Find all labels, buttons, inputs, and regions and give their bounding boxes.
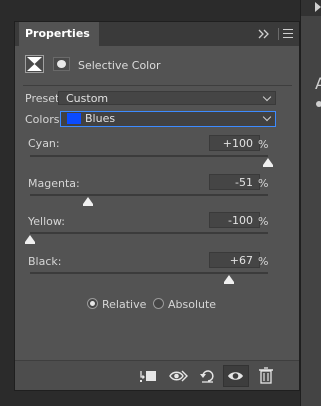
cyan-value-field[interactable]: +100 [209, 135, 260, 151]
chevron-down-icon [262, 92, 272, 102]
yellow-unit: % [258, 215, 269, 228]
properties-panel: Properties Selective Color Preset: Custo… [14, 21, 300, 391]
absolute-radio[interactable] [153, 298, 164, 309]
panel-tabbar: Properties [15, 22, 299, 46]
selective-color-icon[interactable] [25, 55, 44, 73]
cyan-label: Cyan: [28, 137, 60, 150]
yellow-slider-thumb[interactable] [25, 235, 35, 244]
black-unit: % [258, 255, 269, 268]
panel-bottom-toolbar [15, 360, 299, 390]
yellow-label: Yellow: [28, 215, 65, 228]
black-value-field[interactable]: +67 [209, 252, 260, 268]
collapse-arrow-icon[interactable] [315, 2, 321, 12]
preset-dropdown[interactable]: Custom [58, 91, 276, 105]
colors-label: Colors: [25, 113, 64, 126]
cyan-slider-thumb[interactable] [263, 158, 273, 167]
magenta-slider-track[interactable] [30, 194, 268, 196]
black-label: Black: [28, 255, 62, 268]
expand-panel-icon[interactable] [257, 28, 271, 40]
absolute-label[interactable]: Absolute [168, 298, 216, 311]
reset-icon[interactable] [197, 365, 219, 387]
colors-dropdown[interactable]: Blues [60, 111, 276, 127]
visibility-toggle[interactable] [223, 365, 249, 387]
yellow-value-field[interactable]: -100 [209, 212, 260, 228]
color-swatch [67, 113, 81, 124]
adjacent-panel-letter: A [315, 74, 321, 93]
magenta-label: Magenta: [28, 177, 80, 190]
black-slider-track[interactable] [30, 272, 268, 274]
magenta-slider-thumb[interactable] [83, 197, 94, 206]
yellow-slider-track[interactable] [30, 232, 268, 234]
magenta-unit: % [258, 177, 269, 190]
trash-icon[interactable] [255, 365, 277, 387]
clip-to-layer-icon[interactable] [137, 365, 159, 387]
black-slider-thumb[interactable] [223, 275, 234, 284]
visibility-eye-icon [228, 372, 243, 380]
tabbar-divider [278, 28, 279, 40]
mask-icon[interactable] [53, 57, 70, 71]
cyan-unit: % [258, 138, 269, 151]
colors-value: Blues [85, 112, 116, 125]
relative-radio[interactable] [87, 298, 98, 309]
adjustment-title: Selective Color [78, 59, 161, 72]
preset-value: Custom [66, 92, 109, 105]
panel-menu-icon[interactable] [283, 29, 293, 38]
workspace-top-band [14, 0, 300, 21]
view-previous-icon[interactable] [168, 365, 190, 387]
bullet-icon [316, 101, 321, 107]
magenta-value-field[interactable]: -51 [209, 174, 260, 190]
header-divider [23, 85, 292, 86]
tab-properties[interactable]: Properties [19, 22, 99, 46]
chevron-down-icon [262, 112, 272, 122]
adjacent-panel-header [301, 0, 321, 16]
selective-color-glyph [27, 57, 42, 71]
adjacent-panel-strip: A [300, 0, 321, 406]
cyan-slider-track[interactable] [30, 155, 268, 157]
relative-label[interactable]: Relative [102, 298, 146, 311]
